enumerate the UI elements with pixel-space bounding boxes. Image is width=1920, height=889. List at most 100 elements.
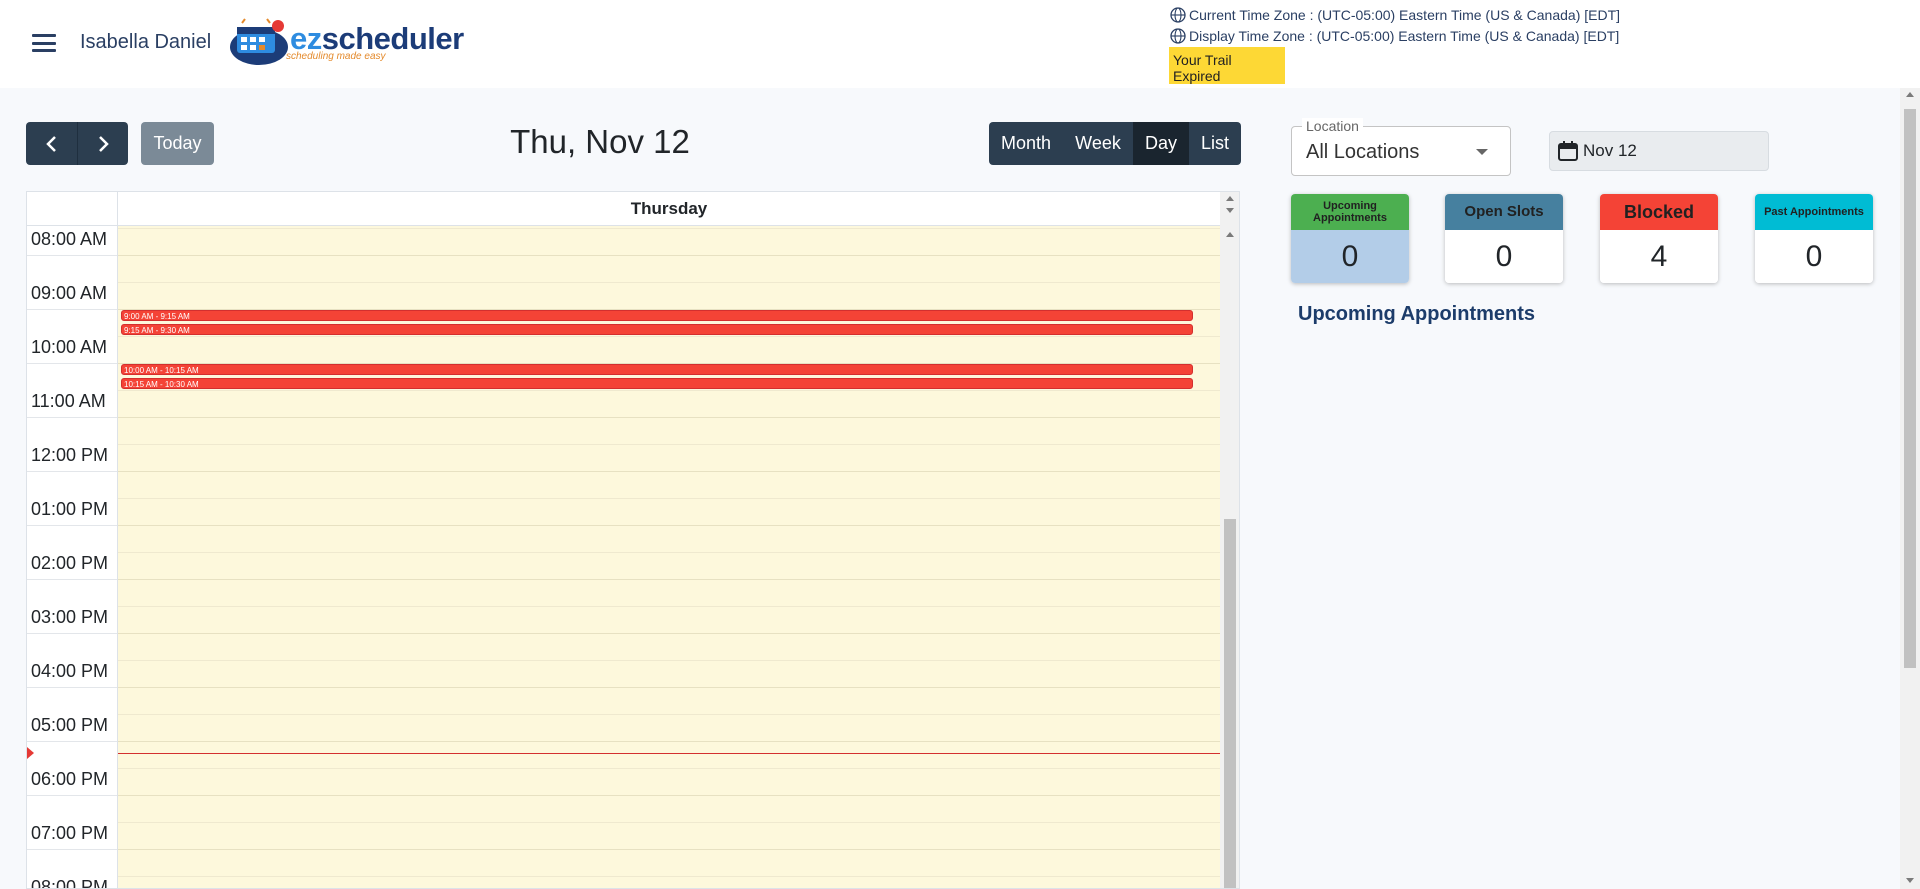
hour-line bbox=[118, 255, 1221, 256]
hour-line bbox=[118, 471, 1221, 472]
globe-icon bbox=[1170, 27, 1186, 44]
hour-line bbox=[118, 741, 1221, 742]
stat-card-blocked[interactable]: Blocked 4 bbox=[1600, 194, 1718, 283]
stat-card-label: Past Appointments bbox=[1755, 194, 1873, 230]
location-value: All Locations bbox=[1306, 141, 1420, 163]
half-hour-line bbox=[118, 444, 1221, 445]
chevron-right-icon bbox=[99, 135, 109, 152]
half-hour-line bbox=[118, 714, 1221, 715]
prev-button[interactable] bbox=[26, 122, 77, 165]
time-axis: 08:00 AM 09:00 AM 10:00 AM 11:00 AM 12:00 PM… bbox=[27, 226, 117, 889]
calendar-logo-icon bbox=[230, 18, 288, 65]
scroll-up-arrow-icon[interactable] bbox=[1906, 92, 1914, 97]
ezscheduler-logo[interactable]: ezscheduler scheduling made easy bbox=[228, 17, 464, 69]
view-month-button[interactable]: Month bbox=[989, 122, 1063, 165]
blocked-event[interactable]: 9:00 AM - 9:15 AM bbox=[121, 310, 1193, 321]
blocked-event[interactable]: 10:00 AM - 10:15 AM bbox=[121, 364, 1193, 375]
stat-card-upcoming[interactable]: Upcoming Appointments 0 bbox=[1291, 194, 1409, 283]
time-label: 10:00 AM bbox=[31, 337, 108, 357]
location-select[interactable]: Location All Locations bbox=[1291, 118, 1511, 176]
now-indicator-arrow-icon bbox=[27, 746, 34, 759]
half-hour-line bbox=[118, 228, 1221, 229]
view-week-button[interactable]: Week bbox=[1063, 122, 1133, 165]
stat-card-open[interactable]: Open Slots 0 bbox=[1445, 194, 1563, 283]
globe-icon bbox=[1170, 6, 1186, 23]
time-label: 06:00 PM bbox=[31, 769, 109, 789]
chevron-left-icon bbox=[45, 135, 56, 152]
blocked-event[interactable]: 9:15 AM - 9:30 AM bbox=[121, 323, 1193, 335]
hour-line bbox=[118, 579, 1221, 580]
trial-expired-badge: Your Trail Expired bbox=[1169, 47, 1285, 84]
time-label: 12:00 PM bbox=[31, 445, 109, 465]
hour-line bbox=[118, 525, 1221, 526]
time-rule bbox=[27, 417, 117, 418]
time-label: 05:00 PM bbox=[31, 715, 109, 735]
time-rule bbox=[27, 525, 117, 526]
scroll-up-arrow-icon[interactable] bbox=[1226, 232, 1234, 237]
day-calendar: Thursday 08:00 AM 09:00 AM 10:00 AM 11:00 A… bbox=[26, 191, 1240, 889]
display-timezone-text: Display Time Zone : (UTC-05:00) Eastern … bbox=[1189, 27, 1620, 44]
now-indicator-line bbox=[118, 752, 1221, 754]
time-rule bbox=[27, 687, 117, 688]
time-rule bbox=[27, 255, 117, 256]
hour-line bbox=[118, 849, 1221, 850]
half-hour-line bbox=[118, 390, 1221, 391]
time-rule bbox=[27, 849, 117, 850]
upcoming-appointments-title: Upcoming Appointments bbox=[1298, 303, 1536, 325]
blocked-event[interactable]: 10:15 AM - 10:30 AM bbox=[121, 377, 1193, 389]
current-timezone: Current Time Zone : (UTC-05:00) Eastern … bbox=[1170, 4, 1620, 25]
display-timezone: Display Time Zone : (UTC-05:00) Eastern … bbox=[1170, 25, 1620, 46]
half-hour-line bbox=[118, 876, 1221, 877]
time-label: 11:00 AM bbox=[31, 391, 106, 411]
time-label: 03:00 PM bbox=[31, 607, 109, 627]
half-hour-line bbox=[118, 660, 1221, 661]
page-scrollbar[interactable] bbox=[1900, 88, 1920, 889]
time-rule bbox=[27, 471, 117, 472]
time-rule bbox=[27, 363, 117, 364]
stat-card-past[interactable]: Past Appointments 0 bbox=[1755, 194, 1873, 283]
stat-card-label: Blocked bbox=[1600, 194, 1718, 230]
chevron-down-icon bbox=[1476, 149, 1488, 155]
time-header-spacer bbox=[27, 192, 117, 226]
scroll-down-arrow-icon[interactable] bbox=[1906, 878, 1914, 883]
hamburger-bar bbox=[32, 41, 56, 45]
day-column[interactable]: 9:00 AM - 9:15 AM 9:15 AM - 9:30 AM 10:00 … bbox=[117, 226, 1221, 888]
top-header: Isabella Daniel ezscheduler scheduling m… bbox=[0, 0, 1920, 88]
calendar-title: Thu, Nov 12 bbox=[510, 123, 690, 160]
time-label: 08:00 PM bbox=[31, 877, 109, 889]
view-day-button[interactable]: Day bbox=[1133, 122, 1189, 165]
stat-card-value: 0 bbox=[1291, 230, 1409, 283]
half-hour-line bbox=[118, 768, 1221, 769]
calendar-scrollbar[interactable] bbox=[1220, 192, 1239, 888]
time-label: 04:00 PM bbox=[31, 661, 109, 681]
stat-card-label: Open Slots bbox=[1445, 194, 1563, 230]
stat-card-value: 4 bbox=[1600, 230, 1718, 283]
time-label: 01:00 PM bbox=[31, 499, 109, 519]
half-hour-line bbox=[118, 552, 1221, 553]
scrollbar-thumb[interactable] bbox=[1224, 519, 1236, 888]
time-rule bbox=[27, 309, 117, 310]
date-value: Nov 12 bbox=[1583, 141, 1637, 160]
location-label: Location bbox=[1302, 118, 1363, 134]
today-button[interactable]: Today bbox=[141, 122, 214, 165]
scrollbar-thumb[interactable] bbox=[1904, 109, 1916, 668]
user-name[interactable]: Isabella Daniel bbox=[80, 31, 211, 54]
view-switcher: Month Week Day List bbox=[989, 122, 1241, 165]
scroll-up-arrow-icon[interactable] bbox=[1226, 196, 1234, 201]
half-hour-line bbox=[118, 822, 1221, 823]
scroll-down-arrow-icon[interactable] bbox=[1226, 208, 1234, 213]
timezone-info: Current Time Zone : (UTC-05:00) Eastern … bbox=[1170, 4, 1620, 46]
next-button[interactable] bbox=[77, 122, 128, 165]
view-list-button[interactable]: List bbox=[1189, 122, 1241, 165]
time-label: 07:00 PM bbox=[31, 823, 109, 843]
hour-line bbox=[118, 417, 1221, 418]
calendar-nav-group bbox=[26, 122, 128, 165]
hamburger-menu-icon[interactable] bbox=[32, 34, 56, 52]
calendar-icon bbox=[1558, 141, 1578, 161]
half-hour-line bbox=[118, 282, 1221, 283]
date-picker[interactable]: Nov 12 bbox=[1549, 131, 1769, 171]
day-header: Thursday bbox=[117, 192, 1220, 226]
stat-card-value: 0 bbox=[1445, 230, 1563, 283]
current-timezone-text: Current Time Zone : (UTC-05:00) Eastern … bbox=[1189, 6, 1621, 23]
time-rule bbox=[27, 579, 117, 580]
